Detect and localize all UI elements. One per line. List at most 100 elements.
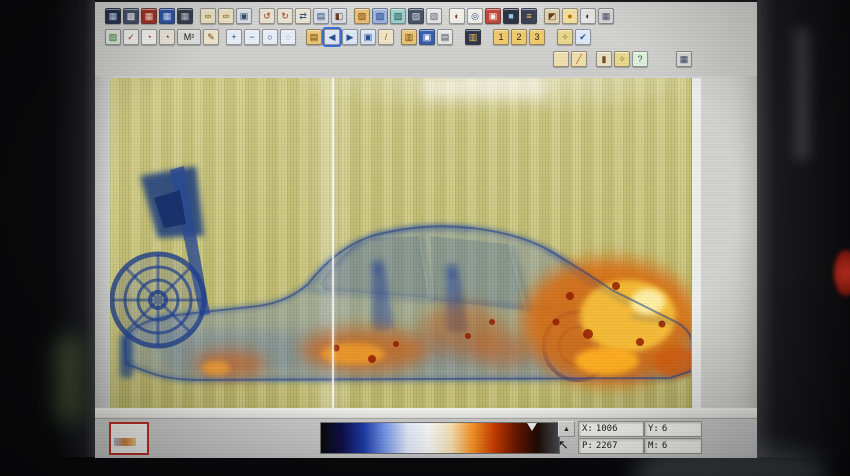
icon-glyph: ✧ [618,55,626,64]
status-p: P: 2267 [578,438,644,454]
open-image-folder-icon[interactable]: ▤ [306,29,322,45]
rotate-right-icon[interactable]: ↻ [277,8,293,24]
icon-glyph: ▨ [358,12,367,21]
menu-grid-icon[interactable]: ▦ [598,8,614,24]
binoculars-search-icon[interactable]: ∞ [200,8,216,24]
zoom-reset-icon[interactable]: ◌ [280,29,296,45]
icon-glyph: ↻ [281,12,289,21]
icon-glyph: ▦ [602,12,611,21]
icon-glyph: ◐ [454,12,459,21]
dark-monitor-icon[interactable]: ■ [503,8,519,24]
status-m: M: 6 [644,438,702,454]
diagonal-line-panel-icon[interactable]: ╱ [571,51,587,67]
toolbar-row-1: ▦ ▩ ▦ ▦ ▦ [105,8,614,24]
density-gauge-icon[interactable]: ◐ [449,8,465,24]
save-icon[interactable]: ▣ [419,29,435,45]
overview-thumbnail[interactable] [109,422,149,455]
histogram-small-icon[interactable]: ≡ [521,8,537,24]
zoom-window-icon[interactable]: ○ [262,29,278,45]
exit-door-icon[interactable]: ▮ [596,51,612,67]
icon-glyph: + [231,33,236,42]
mixed-filter-icon[interactable]: ▨ [390,8,406,24]
icon-glyph: 1 [498,33,503,42]
icon-glyph: ▦ [680,55,689,64]
binoculars-scan-icon[interactable]: ∞ [218,8,234,24]
xray-viewport[interactable] [110,78,701,408]
icon-glyph: − [249,33,254,42]
icon-glyph: ▣ [489,12,498,21]
icon-glyph: 2 [516,33,521,42]
toolbar-row-2: ▧ ✓ ◔ ◔ M² [105,29,591,45]
blank-marker-panel-icon[interactable] [553,51,569,67]
approve-thumb-icon[interactable]: ✔ [575,29,591,45]
icon-glyph: ▨ [430,12,439,21]
keyring-icon[interactable]: ✧ [614,51,630,67]
layers-icon[interactable]: ▤ [313,8,329,24]
icon-glyph: ◐ [585,12,590,21]
icon-glyph: ■ [508,12,513,21]
timer-icon[interactable]: ◔ [141,29,157,45]
view-red-filter-icon[interactable]: ▦ [141,8,157,24]
target-area-icon[interactable]: ◎ [467,8,483,24]
brightness-icon[interactable]: ● [562,8,578,24]
high-penetration-icon[interactable]: ▨ [408,8,424,24]
overlay-split-icon[interactable]: ◧ [331,8,347,24]
pan-tool-icon[interactable]: ◀ [324,29,340,45]
icon-glyph: ✎ [207,33,215,42]
preset-3-button[interactable]: 3 [529,29,545,45]
export-folder-icon[interactable]: ▥ [401,29,417,45]
area-measure-button[interactable]: M² [177,29,201,45]
low-density-icon[interactable]: ▨ [426,8,442,24]
icon-glyph: ∞ [205,12,211,21]
preset-1-button[interactable]: 1 [493,29,509,45]
viewer-scrollbar[interactable] [691,78,701,408]
zoom-in-icon[interactable]: + [226,29,242,45]
preset-2-button[interactable]: 2 [511,29,527,45]
rotate-left-icon[interactable]: ↺ [259,8,275,24]
image-gallery-icon[interactable]: ▣ [360,29,376,45]
print-icon[interactable]: ▤ [437,29,453,45]
scroll-up-button[interactable]: ▲ [558,421,575,437]
image-stack-icon[interactable]: ▣ [236,8,252,24]
icon-glyph: ▦ [145,12,154,21]
histogram-panel-icon[interactable]: ▥ [465,29,481,45]
mouse-pointer-icon: ↖ [558,437,569,453]
flip-horizontal-icon[interactable]: ⇄ [295,8,311,24]
thumbnail-preview [114,438,136,446]
icon-glyph: ∞ [223,12,229,21]
icon-glyph: ▣ [364,33,373,42]
next-image-icon[interactable]: ▶ [342,29,358,45]
colorbar-marker[interactable] [527,423,537,431]
icon-glyph: / [385,33,388,42]
icon-glyph: ▣ [423,33,432,42]
organic-filter-icon[interactable]: ▨ [354,8,370,24]
icon-glyph: ▤ [441,33,450,42]
palette-icon[interactable]: ◩ [544,8,560,24]
zoom-out-icon[interactable]: − [244,29,260,45]
stopwatch-icon[interactable]: ◔ [159,29,175,45]
alert-marker-icon[interactable]: ▣ [485,8,501,24]
workstation-icon[interactable]: ▦ [676,51,692,67]
view-blue-filter-icon[interactable]: ▦ [159,8,175,24]
icon-glyph: ▦ [163,12,172,21]
annotate-check-icon[interactable]: ✓ [123,29,139,45]
icon-glyph: ● [567,12,572,21]
status-y-label: Y: [648,424,659,434]
status-y: Y: 6 [644,421,702,437]
icon-glyph: ▨ [376,12,385,21]
icon-glyph: ▤ [310,33,319,42]
desk-reflection [56,338,82,422]
region-select-icon[interactable]: ▧ [105,29,121,45]
background-cable [794,28,810,160]
keys-icon[interactable]: ✧ [557,29,573,45]
view-negative-icon[interactable]: ▩ [123,8,139,24]
metal-filter-icon[interactable]: ▨ [372,8,388,24]
pencil-draw-icon[interactable]: ✎ [203,29,219,45]
view-original-icon[interactable]: ▦ [105,8,121,24]
help-globe-icon[interactable]: ? [632,51,648,67]
contrast-icon[interactable]: ◐ [580,8,596,24]
icon-glyph: ✔ [579,33,587,42]
icon-glyph: ▨ [394,12,403,21]
view-gray-filter-icon[interactable]: ▦ [177,8,193,24]
ruler-measure-icon[interactable]: / [378,29,394,45]
